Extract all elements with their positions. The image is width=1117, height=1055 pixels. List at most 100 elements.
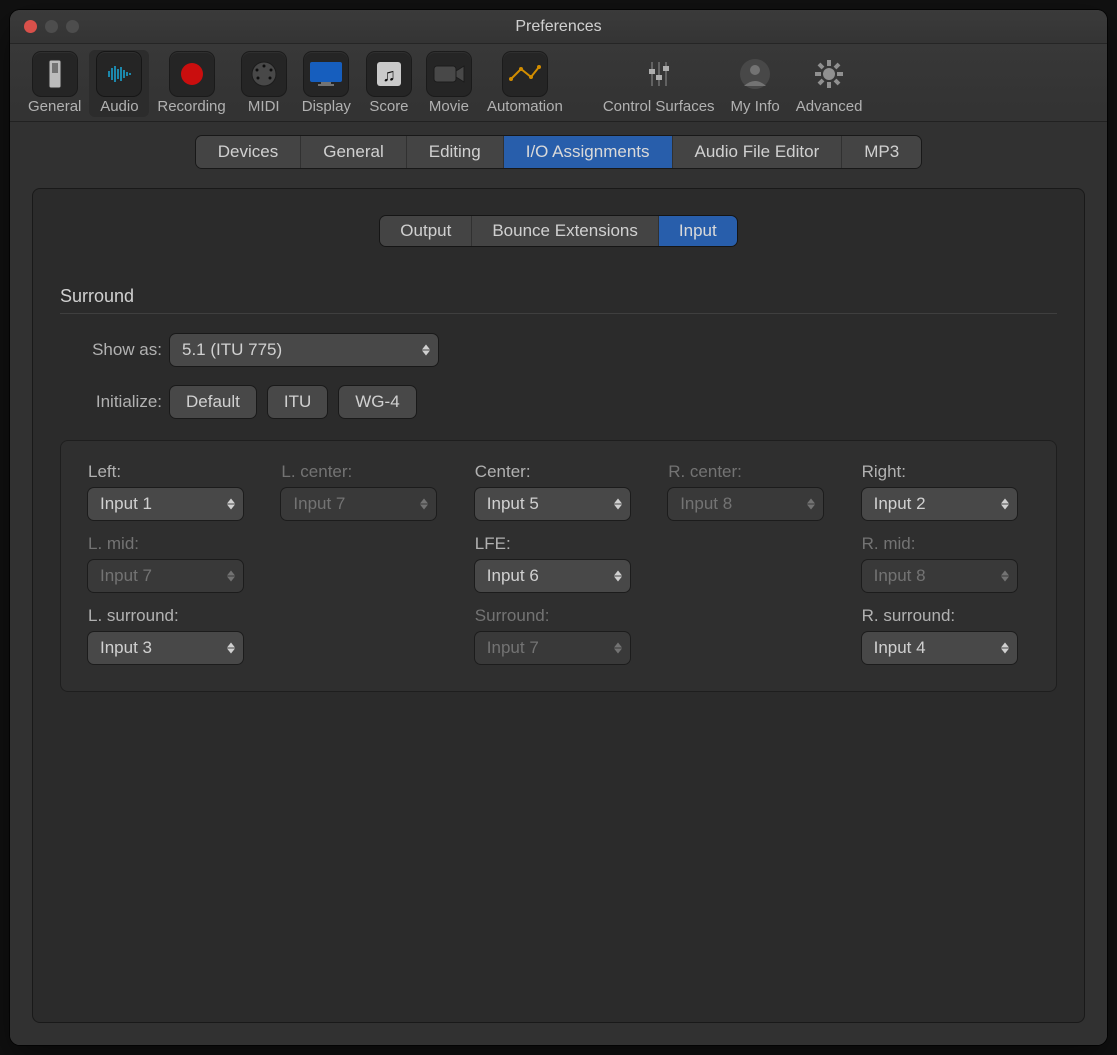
channel-surround-dropdown: Input 7	[475, 632, 630, 664]
toolbar-display[interactable]: Display	[294, 50, 359, 117]
channel-surround-value: Input 7	[487, 638, 539, 658]
empty-cell	[668, 606, 835, 664]
toolbar-movie[interactable]: Movie	[419, 50, 479, 117]
channel-rcenter-label: R. center:	[668, 462, 835, 482]
channel-lmid-label: L. mid:	[88, 534, 255, 554]
toolbar-midi[interactable]: MIDI	[234, 50, 294, 117]
channel-rsurr: R. surround: Input 4	[862, 606, 1029, 664]
toolbar-score[interactable]: ♫ Score	[359, 50, 419, 117]
channel-lsurr-label: L. surround:	[88, 606, 255, 626]
channel-right-dropdown[interactable]: Input 2	[862, 488, 1017, 520]
channel-center-label: Center:	[475, 462, 642, 482]
channel-rsurr-value: Input 4	[874, 638, 926, 658]
channel-lsurr-value: Input 3	[100, 638, 152, 658]
channel-rmid-dropdown: Input 8	[862, 560, 1017, 592]
channel-lmid-value: Input 7	[100, 566, 152, 586]
empty-cell	[281, 606, 448, 664]
toolbar-surfaces-label: Control Surfaces	[603, 98, 715, 115]
show-as-value: 5.1 (ITU 775)	[182, 340, 282, 360]
toolbar-recording-label: Recording	[157, 98, 225, 115]
tab-ioassign[interactable]: I/O Assignments	[504, 136, 673, 168]
toolbar-recording[interactable]: Recording	[149, 50, 233, 117]
tab-editing[interactable]: Editing	[407, 136, 504, 168]
audio-tabs: DevicesGeneralEditingI/O AssignmentsAudi…	[32, 136, 1085, 168]
updown-icon	[614, 571, 622, 582]
traffic-lights	[10, 20, 79, 33]
content-area: DevicesGeneralEditingI/O AssignmentsAudi…	[10, 122, 1107, 1045]
advanced-icon	[807, 52, 851, 96]
initialize-row: Initialize: Default ITU WG-4	[60, 386, 1057, 418]
channel-lsurr-dropdown[interactable]: Input 3	[88, 632, 243, 664]
toolbar-score-label: Score	[369, 98, 408, 115]
subtab-input[interactable]: Input	[659, 216, 737, 246]
channel-lfe-value: Input 6	[487, 566, 539, 586]
initialize-itu-button[interactable]: ITU	[268, 386, 327, 418]
preferences-window: Preferences General Audio Recording MIDI Dis…	[10, 10, 1107, 1045]
toolbar-audio-label: Audio	[100, 98, 138, 115]
initialize-label: Initialize:	[60, 392, 170, 412]
movie-icon	[427, 52, 471, 96]
channel-left-dropdown[interactable]: Input 1	[88, 488, 243, 520]
tab-afe[interactable]: Audio File Editor	[673, 136, 843, 168]
subtab-bounce[interactable]: Bounce Extensions	[472, 216, 659, 246]
maximize-button[interactable]	[66, 20, 79, 33]
close-button[interactable]	[24, 20, 37, 33]
toolbar-surfaces[interactable]: Control Surfaces	[595, 50, 723, 117]
channel-rsurr-label: R. surround:	[862, 606, 1029, 626]
updown-icon	[227, 499, 235, 510]
channel-center-dropdown[interactable]: Input 5	[475, 488, 630, 520]
channel-surround: Surround: Input 7	[475, 606, 642, 664]
channel-rmid-value: Input 8	[874, 566, 926, 586]
channel-rcenter: R. center: Input 8	[668, 462, 835, 520]
subtab-output[interactable]: Output	[380, 216, 472, 246]
channel-lfe-dropdown[interactable]: Input 6	[475, 560, 630, 592]
toolbar-general[interactable]: General	[20, 50, 89, 117]
toolbar-myinfo[interactable]: My Info	[723, 50, 788, 117]
channel-surround-label: Surround:	[475, 606, 642, 626]
toolbar-midi-label: MIDI	[248, 98, 280, 115]
show-as-dropdown[interactable]: 5.1 (ITU 775)	[170, 334, 438, 366]
tab-general2[interactable]: General	[301, 136, 406, 168]
toolbar-automation-label: Automation	[487, 98, 563, 115]
channel-right-value: Input 2	[874, 494, 926, 514]
minimize-button[interactable]	[45, 20, 58, 33]
channel-lcenter: L. center: Input 7	[281, 462, 448, 520]
channel-lfe-label: LFE:	[475, 534, 642, 554]
window-title: Preferences	[10, 18, 1107, 36]
toolbar: General Audio Recording MIDI Display ♫ Score Mo…	[10, 44, 1107, 122]
show-as-row: Show as: 5.1 (ITU 775)	[60, 334, 1057, 366]
updown-icon	[420, 499, 428, 510]
initialize-default-button[interactable]: Default	[170, 386, 256, 418]
show-as-label: Show as:	[60, 340, 170, 360]
midi-icon	[242, 52, 286, 96]
tab-devices[interactable]: Devices	[196, 136, 301, 168]
channel-rsurr-dropdown[interactable]: Input 4	[862, 632, 1017, 664]
channel-assignment-panel: Left: Input 1 L. center: Input 7 Center: Inpu…	[60, 440, 1057, 692]
channel-center: Center: Input 5	[475, 462, 642, 520]
svg-text:♫: ♫	[382, 65, 396, 85]
channel-lcenter-label: L. center:	[281, 462, 448, 482]
toolbar-audio[interactable]: Audio	[89, 50, 149, 117]
channel-left-value: Input 1	[100, 494, 152, 514]
general-icon	[33, 52, 77, 96]
updown-icon	[227, 643, 235, 654]
channel-rmid-label: R. mid:	[862, 534, 1029, 554]
channel-right-label: Right:	[862, 462, 1029, 482]
titlebar: Preferences	[10, 10, 1107, 44]
channel-center-value: Input 5	[487, 494, 539, 514]
empty-cell	[281, 534, 448, 592]
initialize-wg4-button[interactable]: WG-4	[339, 386, 415, 418]
surfaces-icon	[637, 52, 681, 96]
channel-rcenter-value: Input 8	[680, 494, 732, 514]
tab-mp3[interactable]: MP3	[842, 136, 921, 168]
toolbar-advanced[interactable]: Advanced	[788, 50, 871, 117]
channel-lmid: L. mid: Input 7	[88, 534, 255, 592]
channel-lcenter-value: Input 7	[293, 494, 345, 514]
automation-icon	[503, 52, 547, 96]
toolbar-advanced-label: Advanced	[796, 98, 863, 115]
score-icon: ♫	[367, 52, 411, 96]
channel-left: Left: Input 1	[88, 462, 255, 520]
channel-lfe: LFE: Input 6	[475, 534, 642, 592]
channel-left-label: Left:	[88, 462, 255, 482]
toolbar-automation[interactable]: Automation	[479, 50, 571, 117]
